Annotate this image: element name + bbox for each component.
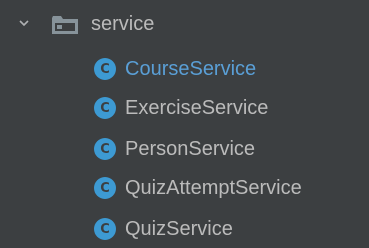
folder-label: service <box>91 13 155 35</box>
chevron-down-icon[interactable] <box>19 18 29 28</box>
class-icon: C <box>94 218 116 240</box>
tree-item-label: QuizAttemptService <box>125 177 302 199</box>
project-tree: service C CourseService C ExerciseServic… <box>0 0 369 248</box>
tree-item-person-service[interactable]: C PersonService <box>0 128 369 168</box>
tree-item-label: ExerciseService <box>125 97 269 119</box>
class-icon: C <box>94 97 116 119</box>
tree-item-course-service[interactable]: C CourseService <box>0 48 369 88</box>
tree-folder-service[interactable]: service <box>0 4 369 44</box>
class-icon: C <box>94 58 116 80</box>
tree-item-label: CourseService <box>125 58 257 80</box>
tree-item-exercise-service[interactable]: C ExerciseService <box>0 88 369 128</box>
class-icon: C <box>94 177 116 199</box>
folder-icon <box>52 16 78 34</box>
tree-item-label: PersonService <box>125 138 256 160</box>
tree-item-quiz-attempt-service[interactable]: C QuizAttemptService <box>0 168 369 208</box>
tree-item-quiz-service[interactable]: C QuizService <box>0 208 369 248</box>
tree-item-label: QuizService <box>125 218 233 240</box>
class-icon: C <box>94 138 116 160</box>
